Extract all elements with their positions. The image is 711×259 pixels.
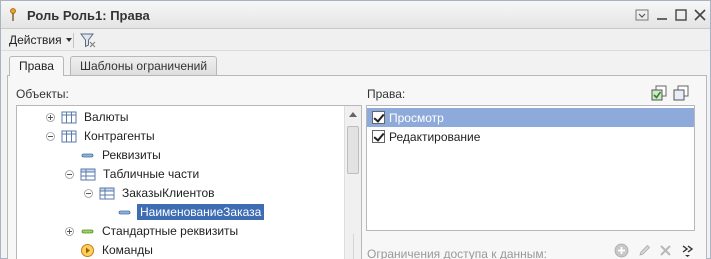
window-title: Роль Роль1: Права — [27, 8, 150, 23]
tree-item-label: Стандартные реквизиты — [102, 224, 239, 238]
standard-attribute-icon — [81, 229, 94, 234]
expand-plus-icon[interactable] — [46, 113, 55, 122]
objects-label: Объекты: — [16, 87, 69, 101]
collapse-minus-icon[interactable] — [46, 132, 55, 141]
tab-restriction-templates[interactable]: Шаблоны ограничений — [70, 56, 218, 75]
rights-item-label: Редактирование — [389, 130, 481, 144]
chevron-down-icon — [65, 38, 72, 42]
rights-checkbox[interactable] — [372, 111, 385, 124]
delete-icon[interactable] — [658, 243, 673, 258]
toolbar-separator — [73, 33, 74, 48]
command-icon — [81, 244, 94, 257]
scroll-up-icon[interactable] — [349, 112, 357, 117]
tree-item[interactable]: НаименованиеЗаказа — [17, 203, 345, 222]
funnel-filter-icon[interactable] — [79, 31, 97, 49]
command-bar: Действия — [1, 29, 710, 51]
objects-tree[interactable]: Валюты Контрагенты Реквизиты Табличные ч… — [16, 105, 362, 259]
tree-item[interactable]: Стандартные реквизиты — [17, 222, 345, 241]
pencil-icon[interactable] — [637, 243, 652, 258]
scroll-thumb[interactable] — [347, 126, 359, 174]
tree-item[interactable]: ЗаказыКлиентов — [17, 184, 345, 203]
rights-item[interactable]: Редактирование — [367, 127, 694, 146]
attribute-icon — [81, 153, 94, 158]
uncheck-all-icon[interactable] — [673, 85, 689, 101]
maximize-icon[interactable] — [674, 8, 688, 22]
collapse-minus-icon[interactable] — [65, 170, 74, 179]
tree-item-label: НаименованиеЗаказа — [137, 204, 265, 220]
table-icon — [99, 187, 115, 200]
tree-item[interactable]: Табличные части — [17, 165, 345, 184]
tree-item[interactable]: Реквизиты — [17, 146, 345, 165]
title-bar[interactable]: Роль Роль1: Права — [1, 1, 710, 29]
table-icon — [80, 168, 96, 181]
attribute-icon — [118, 210, 131, 215]
rights-checkbox[interactable] — [372, 130, 385, 143]
tree-item[interactable]: Контрагенты — [17, 127, 345, 146]
window-menu-icon[interactable] — [635, 8, 649, 22]
tree-item-label: ЗаказыКлиентов — [122, 186, 215, 200]
tree-item[interactable]: Валюты — [17, 108, 345, 127]
minimize-icon[interactable] — [655, 8, 669, 22]
panel-divider — [353, 234, 354, 259]
rights-item-label: Просмотр — [389, 111, 444, 125]
actions-menu-button[interactable]: Действия — [5, 31, 76, 49]
tree-item[interactable]: Команды — [17, 241, 345, 259]
catalog-icon — [61, 111, 77, 124]
restrictions-label: Ограничения доступа к данным: — [367, 247, 548, 259]
actions-label: Действия — [9, 33, 62, 47]
tree-item-label: Реквизиты — [102, 148, 161, 162]
more-chevron-icon[interactable] — [680, 243, 695, 258]
expand-plus-icon[interactable] — [65, 227, 74, 236]
add-icon[interactable] — [614, 243, 629, 258]
role-rights-window: Роль Роль1: Права Действия Права Шаблоны… — [0, 0, 711, 259]
check-all-icon[interactable] — [651, 85, 667, 101]
tree-item-label: Контрагенты — [84, 129, 155, 143]
tree-item-label: Валюты — [84, 110, 129, 124]
tree-item-label: Табличные части — [103, 167, 200, 181]
rights-list[interactable]: Просмотр Редактирование — [366, 105, 695, 231]
collapse-minus-icon[interactable] — [84, 189, 93, 198]
rights-label: Права: — [367, 87, 406, 101]
close-icon[interactable] — [693, 8, 707, 22]
rights-item[interactable]: Просмотр — [367, 108, 694, 127]
tree-item-label: Команды — [102, 243, 153, 257]
pin-icon — [10, 8, 16, 21]
catalog-icon — [61, 130, 77, 143]
tab-rights[interactable]: Права — [9, 56, 64, 76]
